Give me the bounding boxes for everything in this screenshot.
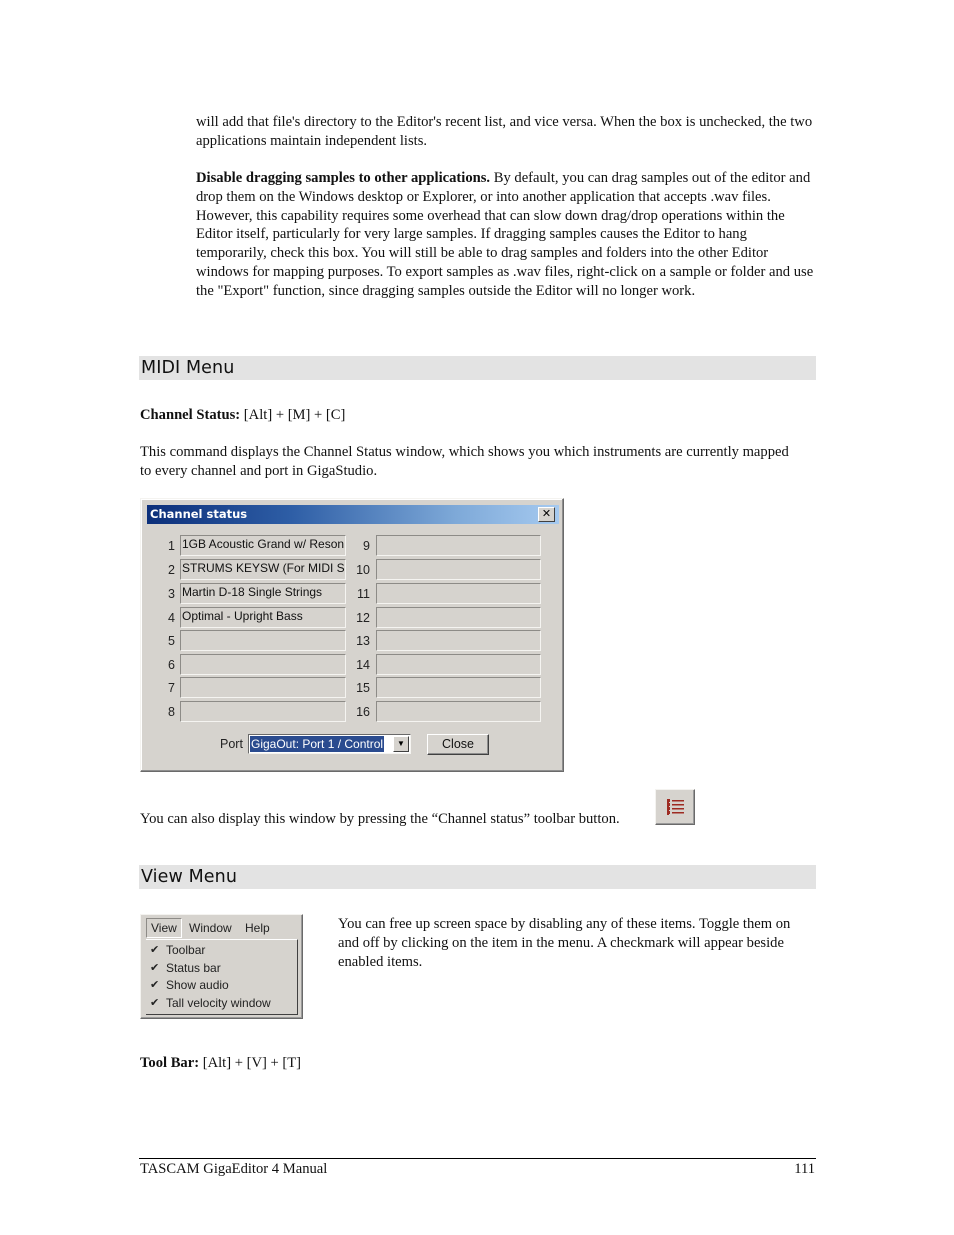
dialog-body: Port GigaOut: Port 1 / Control ▼ Close 1… bbox=[147, 525, 559, 767]
channel-instrument-field bbox=[180, 701, 346, 722]
footer-divider bbox=[139, 1158, 816, 1159]
channel-instrument-field bbox=[376, 630, 541, 651]
channel-number: 8 bbox=[168, 705, 175, 719]
channel-number: 14 bbox=[356, 658, 370, 672]
chevron-down-icon[interactable]: ▼ bbox=[393, 736, 409, 752]
menu-item-label: Status bar bbox=[166, 961, 221, 975]
channel-instrument-field bbox=[376, 535, 541, 556]
disable-drag-paragraph: Disable dragging samples to other applic… bbox=[196, 169, 816, 301]
view-dropdown-menu: ✔ Toolbar ✔ Status bar ✔ Show audio ✔ Ta… bbox=[146, 939, 298, 1015]
channel-status-dialog: Channel status ✕ Port GigaOut: Port 1 / … bbox=[140, 498, 564, 772]
channel-number: 13 bbox=[356, 634, 370, 648]
menu-window[interactable]: Window bbox=[185, 918, 236, 938]
channel-number: 11 bbox=[357, 587, 370, 601]
channel-instrument-field bbox=[180, 630, 346, 651]
channel-instrument-field bbox=[376, 607, 541, 628]
checkmark-icon: ✔ bbox=[150, 962, 160, 974]
channel-instrument-field bbox=[376, 677, 541, 698]
menu-help[interactable]: Help bbox=[241, 918, 274, 938]
midi-menu-heading-bar: MIDI Menu bbox=[139, 356, 816, 380]
channel-number: 3 bbox=[168, 587, 175, 601]
channel-instrument-field: 1GB Acoustic Grand w/ Reson bbox=[180, 535, 346, 556]
channel-instrument-field bbox=[376, 583, 541, 604]
page-number: 111 bbox=[794, 1161, 815, 1177]
channel-instrument-field bbox=[180, 654, 346, 675]
port-select[interactable]: GigaOut: Port 1 / Control ▼ bbox=[248, 734, 411, 754]
checkmark-icon: ✔ bbox=[150, 997, 160, 1009]
channel-instrument-field: Martin D-18 Single Strings bbox=[180, 583, 346, 604]
tool-bar-shortcut: [Alt] + [V] + [T] bbox=[199, 1055, 302, 1071]
channel-instrument-field: Optimal - Upright Bass bbox=[180, 607, 346, 628]
view-menu-heading-bar: View Menu bbox=[139, 865, 816, 889]
menu-item-label: Show audio bbox=[166, 978, 229, 992]
tool-bar-shortcut-line: Tool Bar: [Alt] + [V] + [T] bbox=[140, 1054, 816, 1073]
dialog-title: Channel status bbox=[150, 507, 248, 521]
channel-status-list-icon bbox=[667, 799, 684, 815]
checkmark-icon: ✔ bbox=[150, 979, 160, 991]
channel-number: 16 bbox=[356, 705, 370, 719]
menu-bar: View Window Help bbox=[144, 918, 299, 938]
channel-instrument-field bbox=[180, 677, 346, 698]
disable-drag-title: Disable dragging samples to other applic… bbox=[196, 170, 491, 186]
channel-status-shortcut-line: Channel Status: [Alt] + [M] + [C] bbox=[140, 406, 816, 425]
footer-title: TASCAM GigaEditor 4 Manual bbox=[140, 1161, 328, 1177]
dialog-close-icon[interactable]: ✕ bbox=[538, 507, 555, 522]
port-select-value: GigaOut: Port 1 / Control bbox=[250, 736, 385, 752]
intro-continuation-paragraph: will add that file's directory to the Ed… bbox=[196, 114, 813, 149]
channel-number: 7 bbox=[168, 681, 175, 695]
channel-number: 5 bbox=[168, 634, 175, 648]
channel-status-description: This command displays the Channel Status… bbox=[140, 444, 789, 479]
view-menu-description: You can free up screen space by disablin… bbox=[338, 916, 791, 970]
midi-menu-heading: MIDI Menu bbox=[141, 358, 235, 378]
view-menu-screenshot: View Window Help ✔ Toolbar ✔ Status bar … bbox=[140, 914, 303, 1019]
checkmark-icon: ✔ bbox=[150, 944, 160, 956]
channel-number: 4 bbox=[168, 611, 175, 625]
menu-item-label: Toolbar bbox=[166, 943, 206, 957]
channel-status-label: Channel Status: bbox=[140, 407, 241, 423]
channel-number: 1 bbox=[168, 539, 175, 553]
channel-number: 2 bbox=[168, 563, 175, 577]
channel-number: 15 bbox=[356, 681, 370, 695]
channel-instrument-field bbox=[376, 654, 541, 675]
channel-number: 12 bbox=[356, 611, 370, 625]
channel-status-toolbar-button[interactable] bbox=[655, 789, 695, 825]
disable-drag-text: By default, you can drag samples out of … bbox=[196, 170, 814, 299]
dialog-title-bar: Channel status ✕ bbox=[147, 505, 559, 524]
toolbar-note: You can also display this window by pres… bbox=[140, 811, 620, 827]
channel-instrument-field: STRUMS KEYSW (For MIDI S bbox=[180, 559, 346, 580]
menu-view[interactable]: View bbox=[146, 918, 182, 938]
channel-number: 10 bbox=[356, 563, 370, 577]
channel-status-shortcut: [Alt] + [M] + [C] bbox=[240, 407, 346, 423]
close-button[interactable]: Close bbox=[427, 734, 489, 755]
channel-instrument-field bbox=[376, 701, 541, 722]
tool-bar-label: Tool Bar: bbox=[140, 1055, 200, 1071]
channel-number: 9 bbox=[363, 539, 370, 553]
port-label: Port bbox=[220, 737, 243, 751]
channel-instrument-field bbox=[376, 559, 541, 580]
menu-item-label: Tall velocity window bbox=[166, 996, 271, 1010]
channel-number: 6 bbox=[168, 658, 175, 672]
view-menu-heading: View Menu bbox=[141, 867, 238, 887]
